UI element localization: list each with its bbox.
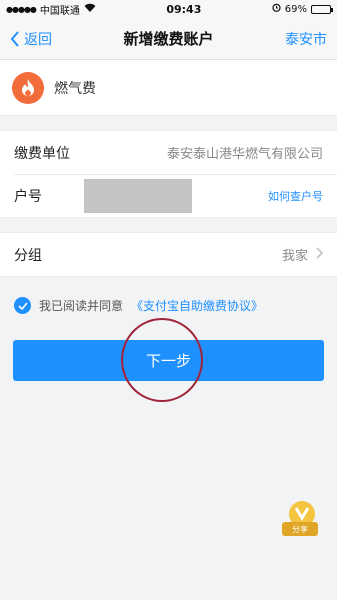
share-badge-label: 分享: [292, 524, 308, 534]
battery-percent: 69%: [284, 3, 307, 15]
group-value: 我家: [281, 249, 308, 264]
account-row: 户号 如何查户号: [0, 174, 337, 217]
status-right: 69%: [272, 3, 333, 15]
status-time: 09:43: [166, 2, 202, 16]
share-badge[interactable]: 分享: [276, 498, 324, 542]
group-section: 分组 我家: [0, 232, 337, 277]
signal-icon: ●●●●●: [6, 4, 37, 14]
chevron-right-icon: [316, 246, 324, 263]
account-label: 户号: [14, 188, 42, 205]
flame-icon: [12, 71, 44, 104]
group-label: 分组: [14, 247, 42, 264]
account-number-input[interactable]: [84, 178, 192, 213]
city-selector[interactable]: 泰安市: [285, 29, 327, 49]
unit-label: 缴费单位: [14, 145, 70, 162]
status-bar: ●●●●● 中国联通 09:43 69%: [0, 0, 337, 18]
service-name: 燃气费: [54, 80, 96, 97]
carrier-label: 中国联通: [39, 5, 80, 17]
status-left: ●●●●● 中国联通: [6, 2, 96, 17]
query-account-link[interactable]: 如何查户号: [268, 188, 323, 204]
back-label: 返回: [24, 31, 52, 48]
page-title: 新增缴费账户: [123, 30, 214, 48]
battery-icon: [311, 4, 333, 14]
agreement-checkbox[interactable]: [14, 297, 31, 314]
back-button[interactable]: 返回: [10, 29, 52, 49]
account-form: 缴费单位 泰安泰山港华燃气有限公司 户号 如何查户号: [0, 130, 337, 218]
check-icon: [17, 301, 28, 310]
alarm-icon: [272, 3, 281, 15]
unit-row[interactable]: 缴费单位 泰安泰山港华燃气有限公司: [0, 131, 337, 174]
unit-value: 泰安泰山港华燃气有限公司: [166, 147, 323, 162]
agreement-text: 我已阅读并同意: [39, 299, 124, 313]
wifi-icon: [84, 3, 96, 15]
agreement-row: 我已阅读并同意 《支付宝自助缴费协议》: [0, 297, 337, 314]
navigation-bar: 返回 新增缴费账户 泰安市: [0, 18, 337, 60]
agreement-link[interactable]: 《支付宝自助缴费协议》: [131, 297, 263, 314]
group-row[interactable]: 分组 我家: [0, 233, 337, 276]
chevron-left-icon: [10, 30, 19, 47]
next-step-button[interactable]: 下一步: [13, 340, 324, 381]
service-header: 燃气费: [0, 60, 337, 116]
